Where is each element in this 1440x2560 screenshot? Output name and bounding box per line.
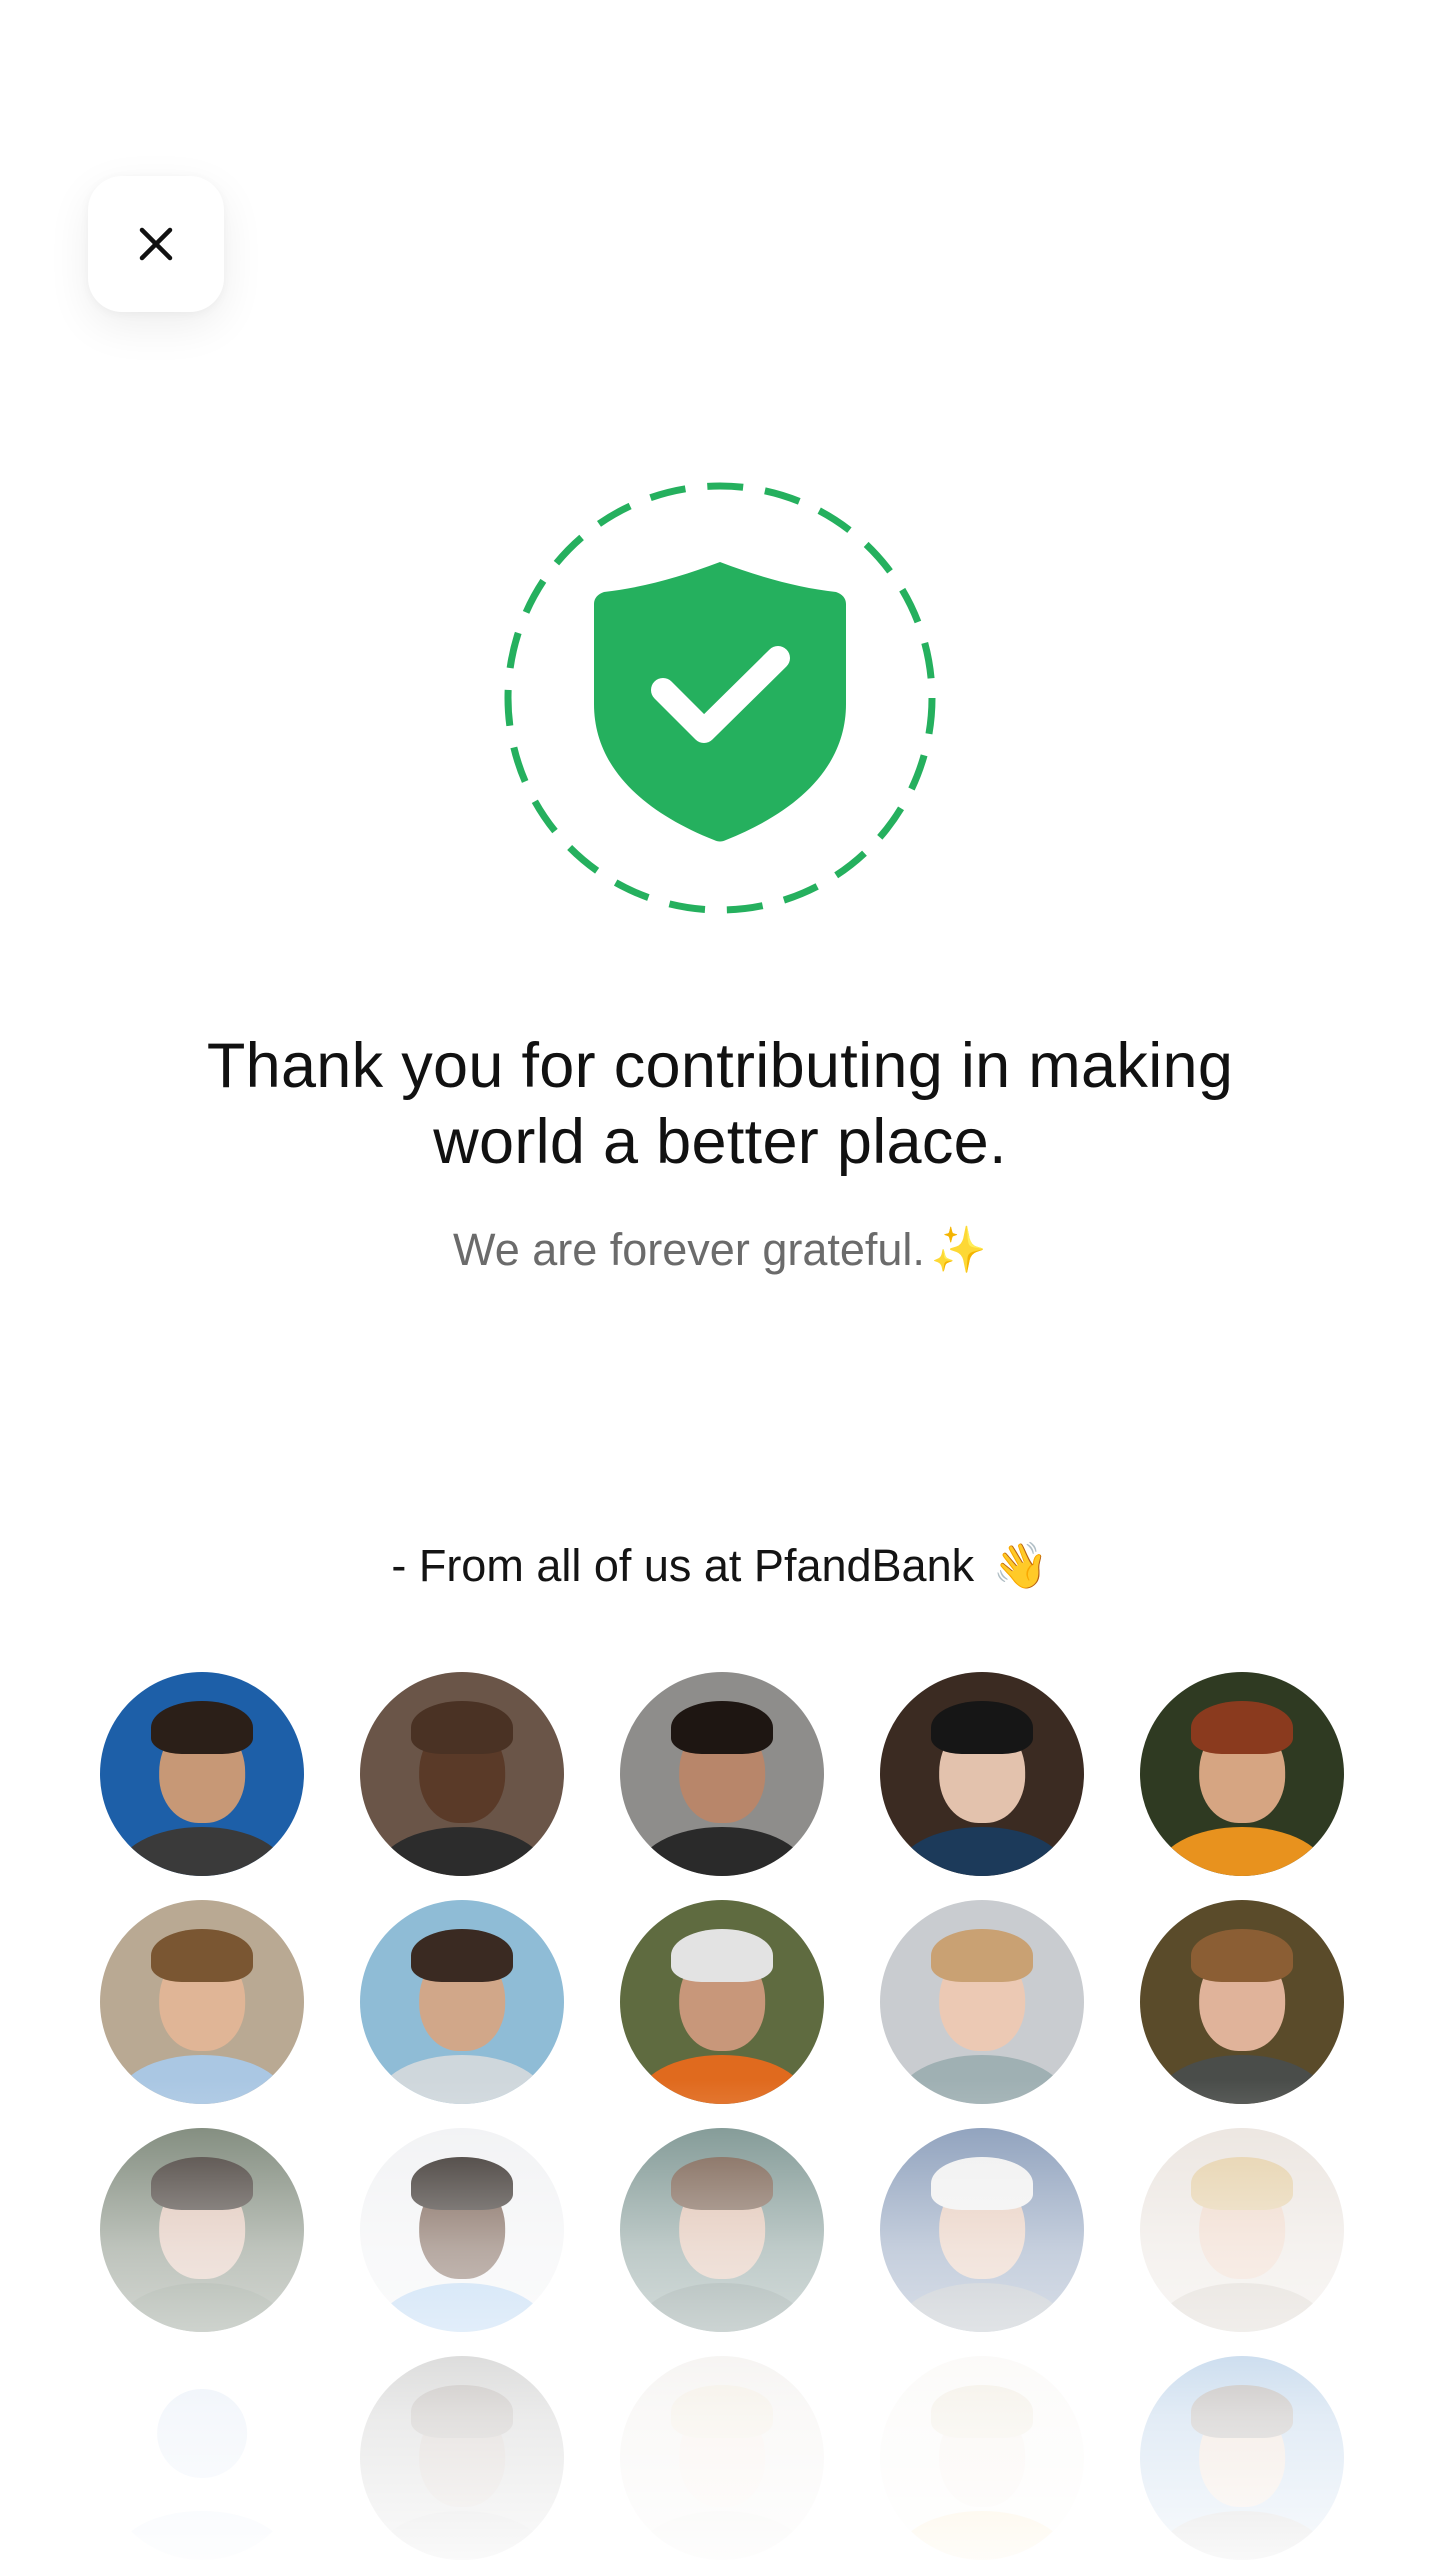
close-button[interactable] — [88, 176, 224, 312]
avatar-shoulders — [1156, 1827, 1328, 1876]
user-silhouette-body — [116, 2511, 288, 2560]
avatar-hair — [411, 1700, 513, 1754]
team-avatar-grid — [100, 1672, 1350, 2560]
avatar-shoulders — [896, 2283, 1068, 2332]
avatar-hair — [411, 2156, 513, 2210]
team-member-avatar[interactable] — [620, 1900, 824, 2104]
team-member-avatar[interactable] — [880, 1672, 1084, 1876]
waving-hand-emoji: 👋 — [992, 1540, 1049, 1591]
team-member-avatar[interactable] — [360, 2128, 564, 2332]
team-signoff: - From all of us at PfandBank 👋 — [0, 1538, 1440, 1594]
team-member-avatar[interactable] — [880, 1900, 1084, 2104]
avatar-shoulders — [1156, 2283, 1328, 2332]
avatar-hair — [1191, 1928, 1293, 1982]
team-member-avatar[interactable] — [620, 1672, 824, 1876]
avatar-hair — [671, 1700, 773, 1754]
team-member-avatar[interactable] — [880, 2356, 1084, 2560]
avatar-shoulders — [636, 2283, 808, 2332]
avatar-shoulders — [1156, 2511, 1328, 2560]
avatar-hair — [411, 2384, 513, 2438]
avatar-hair — [1191, 2156, 1293, 2210]
team-member-avatar[interactable] — [1140, 1900, 1344, 2104]
user-silhouette-icon — [157, 2388, 247, 2479]
team-member-avatar[interactable] — [100, 1672, 304, 1876]
team-member-avatar[interactable] — [360, 1900, 564, 2104]
team-member-avatar[interactable] — [100, 1900, 304, 2104]
avatar-shoulders — [116, 1827, 288, 1876]
avatar-hair — [151, 2156, 253, 2210]
team-member-avatar[interactable] — [620, 2128, 824, 2332]
avatar-shoulders — [376, 2283, 548, 2332]
team-member-avatar[interactable] — [100, 2128, 304, 2332]
gratitude-subtitle: We are forever grateful. ✨ — [0, 1222, 1440, 1278]
team-member-avatar[interactable] — [880, 2128, 1084, 2332]
avatar-hair — [931, 2384, 1033, 2438]
avatar-shoulders — [376, 2511, 548, 2560]
team-member-avatar[interactable] — [1140, 1672, 1344, 1876]
avatar-hair — [931, 1928, 1033, 1982]
avatar-hair — [671, 2384, 773, 2438]
avatar-shoulders — [636, 2511, 808, 2560]
avatar-hair — [1191, 1700, 1293, 1754]
avatar-hair — [151, 1928, 253, 1982]
avatar-shoulders — [116, 2055, 288, 2104]
avatar-placeholder[interactable] — [100, 2356, 304, 2560]
team-member-avatar[interactable] — [1140, 2128, 1344, 2332]
heading-line-1: Thank you for contributing in making — [206, 1031, 1234, 1101]
heading-line-2: world a better place. — [433, 1107, 1007, 1177]
avatar-shoulders — [636, 1827, 808, 1876]
thank-you-heading: Thank you for contributing in making wor… — [0, 1028, 1440, 1180]
sparkles-emoji: ✨ — [930, 1224, 987, 1275]
avatar-hair — [1191, 2384, 1293, 2438]
avatar-shoulders — [636, 2055, 808, 2104]
avatar-shoulders — [1156, 2055, 1328, 2104]
close-icon — [139, 227, 173, 261]
avatar-shoulders — [896, 2511, 1068, 2560]
avatar-hair — [931, 2156, 1033, 2210]
shield-check-badge — [504, 482, 936, 914]
avatar-shoulders — [116, 2283, 288, 2332]
team-member-avatar[interactable] — [360, 2356, 564, 2560]
subtitle-text: We are forever grateful. — [453, 1224, 925, 1275]
avatar-hair — [151, 1700, 253, 1754]
avatar-hair — [931, 1700, 1033, 1754]
avatar-hair — [671, 2156, 773, 2210]
avatar-hair — [671, 1928, 773, 1982]
team-member-avatar[interactable] — [360, 1672, 564, 1876]
team-member-avatar[interactable] — [1140, 2356, 1344, 2560]
thank-you-screen: Thank you for contributing in making wor… — [0, 0, 1440, 2560]
team-member-avatar[interactable] — [620, 2356, 824, 2560]
avatar-hair — [411, 1928, 513, 1982]
avatar-shoulders — [896, 1827, 1068, 1876]
avatar-shoulders — [376, 1827, 548, 1876]
avatar-shoulders — [896, 2055, 1068, 2104]
avatar-shoulders — [376, 2055, 548, 2104]
signoff-text: - From all of us at PfandBank — [391, 1540, 975, 1591]
